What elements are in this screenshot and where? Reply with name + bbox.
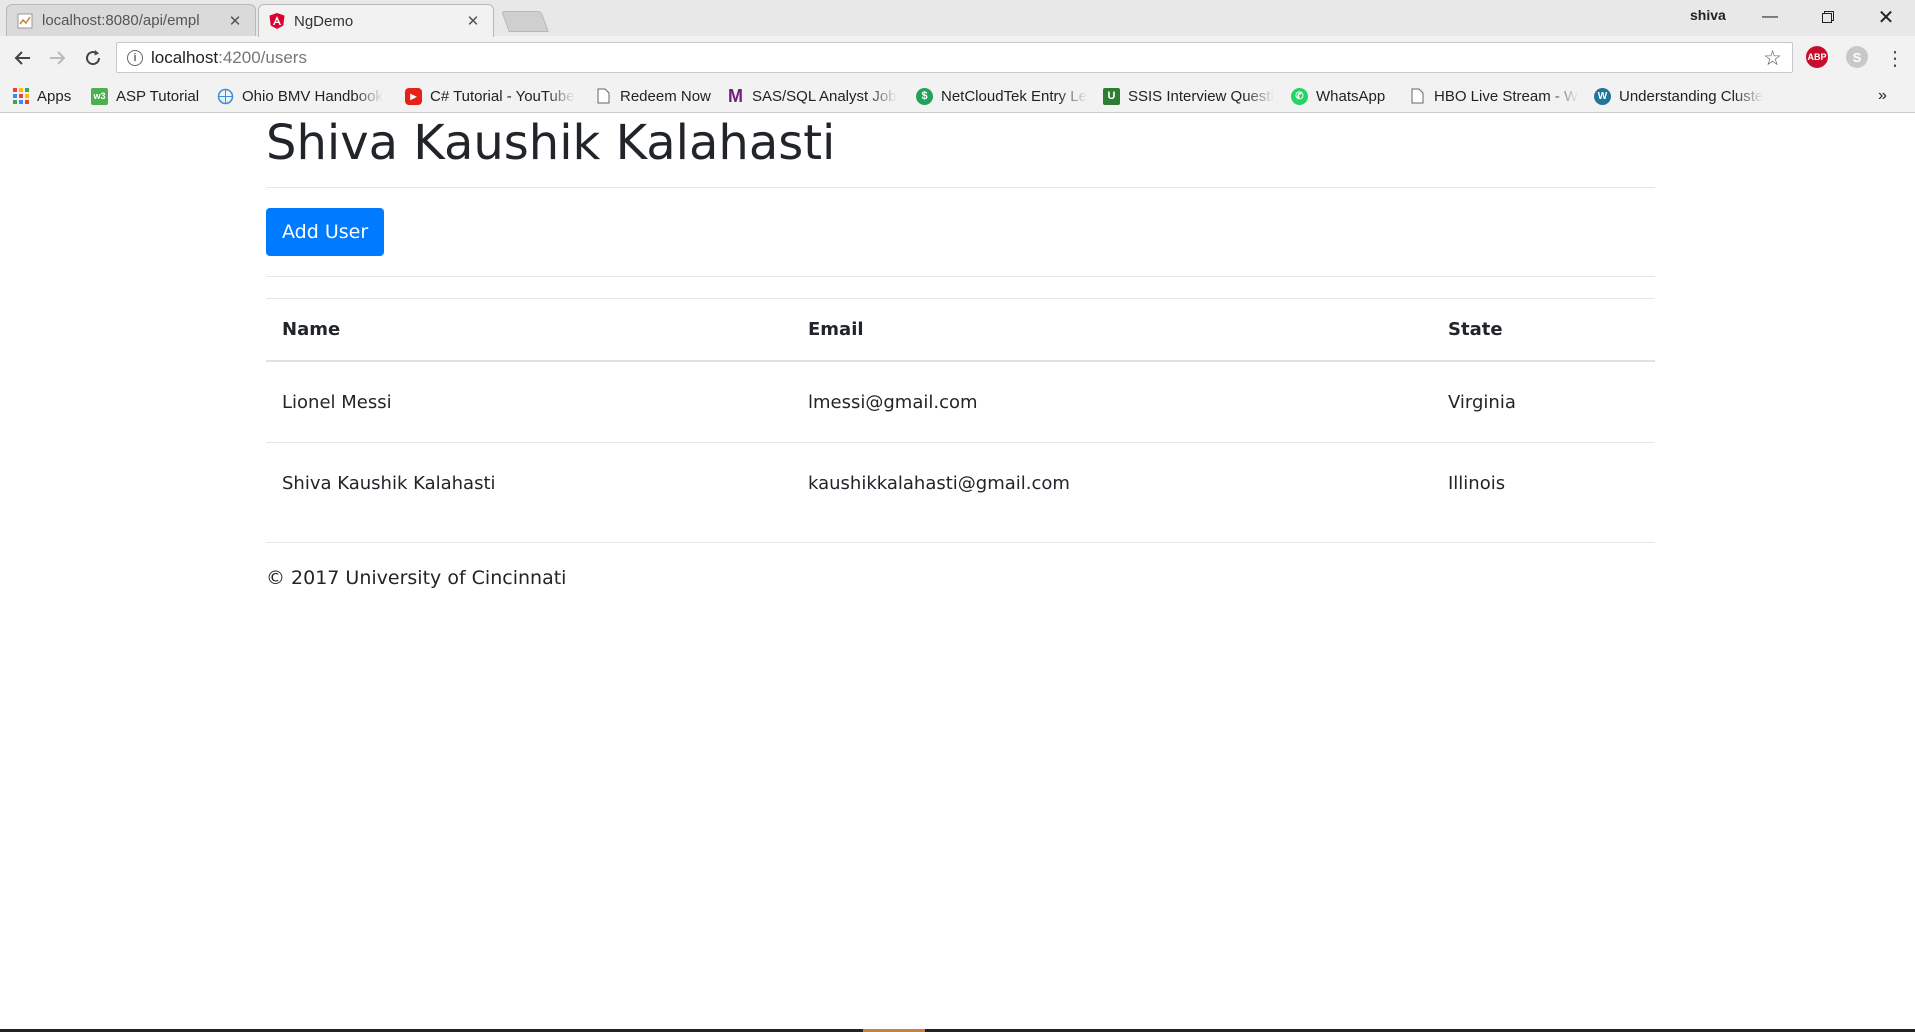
- title-divider: [266, 187, 1655, 188]
- table-row: Lionel Messi lmessi@gmail.com Virginia: [266, 361, 1655, 443]
- page-title: Shiva Kaushik Kalahasti: [266, 115, 836, 171]
- tab-api-employees[interactable]: localhost:8080/api/empl ✕: [6, 4, 256, 36]
- table-row: Shiva Kaushik Kalahasti kaushikkalahasti…: [266, 443, 1655, 524]
- profile-name[interactable]: shiva: [1690, 7, 1726, 23]
- url-host: localhost: [151, 47, 219, 67]
- tab-ngdemo[interactable]: NgDemo ✕: [258, 4, 494, 37]
- close-icon[interactable]: ✕: [465, 13, 481, 30]
- new-tab-button[interactable]: [501, 11, 549, 32]
- bookmark-whatsapp[interactable]: ✆ WhatsApp: [1291, 84, 1385, 108]
- footer-divider: [266, 542, 1655, 543]
- bookmark-understanding-cluster[interactable]: W Understanding Cluste: [1594, 84, 1766, 108]
- menu-kebab-icon[interactable]: ⋮: [1880, 43, 1910, 73]
- u-icon: U: [1103, 87, 1120, 105]
- bookmarks-overflow[interactable]: »: [1878, 84, 1887, 108]
- cell-email: kaushikkalahasti@gmail.com: [808, 472, 1070, 494]
- globe-icon: [217, 88, 234, 105]
- angular-icon: [269, 13, 285, 29]
- m-icon: M: [728, 85, 743, 106]
- close-window-icon[interactable]: ✕: [1858, 0, 1914, 34]
- header-email: Email: [792, 298, 1432, 362]
- tab-strip: localhost:8080/api/empl ✕ NgDemo ✕ shiva…: [0, 0, 1915, 37]
- header-state: State: [1432, 298, 1655, 362]
- cell-name: Shiva Kaushik Kalahasti: [282, 472, 496, 494]
- page-content: Shiva Kaushik Kalahasti Add User Name Em…: [0, 113, 1915, 1030]
- cell-name: Lionel Messi: [266, 361, 792, 443]
- dollar-icon: $: [916, 87, 933, 105]
- bookmark-ssis-questions[interactable]: U SSIS Interview Questi: [1103, 84, 1275, 108]
- page-icon: [1409, 88, 1426, 105]
- bookmark-netcloudtek[interactable]: $ NetCloudTek Entry Le: [916, 84, 1088, 108]
- bookmark-star-icon[interactable]: ☆: [1763, 46, 1782, 71]
- bookmark-ohio-bmv[interactable]: Ohio BMV Handbook: [217, 84, 389, 108]
- cell-state: Virginia: [1432, 361, 1655, 443]
- browser-chrome: localhost:8080/api/empl ✕ NgDemo ✕ shiva…: [0, 0, 1915, 113]
- forward-arrow-icon[interactable]: [42, 43, 72, 73]
- adblock-icon[interactable]: ABP: [1806, 46, 1828, 68]
- bookmark-asp-tutorial[interactable]: w3 ASP Tutorial: [91, 84, 199, 108]
- bookmark-hbo-live[interactable]: HBO Live Stream - W: [1409, 84, 1581, 108]
- skype-icon[interactable]: S: [1846, 46, 1868, 68]
- reload-icon[interactable]: [78, 43, 108, 73]
- address-bar[interactable]: i localhost :4200/users ☆: [116, 42, 1793, 73]
- cell-state: Illinois: [1448, 472, 1506, 494]
- w3-icon: w3: [91, 87, 108, 105]
- youtube-icon: ▶: [405, 87, 422, 105]
- header-name: Name: [266, 298, 792, 362]
- bookmark-redeem-now[interactable]: Redeem Now: [595, 84, 711, 108]
- document-icon: [17, 13, 33, 29]
- bookmark-csharp-youtube[interactable]: ▶ C# Tutorial - YouTube: [405, 84, 577, 108]
- cell-email: lmessi@gmail.com: [792, 361, 1432, 443]
- browser-toolbar: i localhost :4200/users ☆ ABP S ⋮: [0, 36, 1915, 80]
- back-arrow-icon[interactable]: [8, 43, 38, 73]
- page-icon: [595, 88, 612, 105]
- restore-icon[interactable]: [1800, 0, 1856, 34]
- minimize-icon[interactable]: —: [1742, 0, 1798, 34]
- button-divider: [266, 276, 1655, 277]
- whatsapp-icon: ✆: [1291, 87, 1308, 105]
- footer-text: © 2017 University of Cincinnati: [266, 567, 567, 589]
- tab-title: localhost:8080/api/empl: [42, 12, 200, 29]
- url-path: :4200/users: [218, 47, 307, 67]
- wordpress-icon: W: [1594, 87, 1611, 105]
- users-table: Name Email State Lionel Messi lmessi@gma…: [266, 298, 1655, 523]
- bookmark-sas-sql-job[interactable]: M SAS/SQL Analyst Job: [727, 84, 899, 108]
- bookmarks-bar: Apps w3 ASP Tutorial Ohio BMV Handbook ▶…: [0, 80, 1915, 112]
- apps-grid-icon: [12, 88, 29, 105]
- bookmark-apps[interactable]: Apps: [12, 84, 71, 108]
- tab-title: NgDemo: [294, 12, 354, 30]
- info-icon[interactable]: i: [127, 49, 143, 66]
- add-user-button[interactable]: Add User: [266, 208, 385, 256]
- close-icon[interactable]: ✕: [227, 13, 243, 30]
- table-header-row: Name Email State: [266, 298, 1655, 362]
